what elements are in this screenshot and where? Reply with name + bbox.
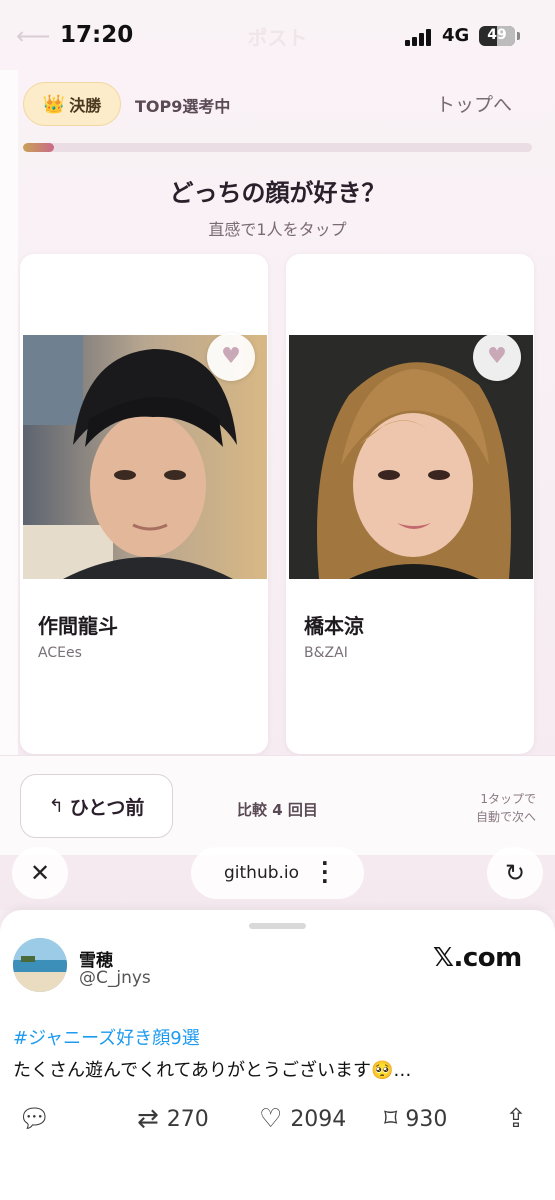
user-handle[interactable]: @C_jnys — [79, 968, 151, 988]
final-round-badge: 👑 決勝 — [23, 82, 121, 126]
favorite-button-left[interactable]: ♥ — [207, 333, 255, 381]
bookmark-count: 930 — [405, 1106, 448, 1132]
reply-icon: 💬︎ — [18, 1104, 52, 1134]
more-options-icon[interactable]: · · · — [321, 853, 329, 891]
share-button[interactable]: ⇪ — [505, 1106, 527, 1132]
share-icon: ⇪ — [505, 1104, 527, 1134]
progress-fill — [23, 143, 54, 152]
repost-count: 270 — [166, 1106, 209, 1132]
hashtag-link[interactable]: #ジャニーズ好き顔9選 — [13, 1024, 200, 1050]
battery-level: 49 — [487, 27, 507, 43]
network-type: 4G — [442, 25, 470, 46]
badge-label: 決勝 — [69, 96, 102, 115]
battery-icon: 49 — [479, 26, 515, 46]
auto-advance-line1: 1タップで — [480, 792, 536, 806]
question-heading: どっちの顔が好き？ — [169, 179, 386, 207]
question-hint: 直感で1人をタップ — [208, 220, 347, 239]
battery-tip — [517, 32, 520, 40]
x-logo[interactable]: 𝕏.com — [433, 943, 522, 973]
bookmark-icon: ⌑ — [384, 1104, 398, 1134]
browser-toolbar: ✕ github.io · · · ↻ — [0, 847, 555, 909]
post-actions: 💬︎ ⇄ 270 ♡ 2094 ⌑ 930 ⇪ — [0, 1106, 555, 1146]
repost-button[interactable]: ⇄ 270 — [137, 1106, 209, 1132]
post-sheet: 雪穂 @C_jnys 𝕏.com #ジャニーズ好き顔9選 たくさん遊んでくれてあ… — [0, 910, 555, 1200]
candidate-card-right[interactable]: ♥ 橋本涼 B&ZAI — [286, 254, 534, 754]
favorite-button-right[interactable]: ♥ — [473, 333, 521, 381]
reload-icon: ↻ — [504, 859, 526, 887]
status-bar: ⟵ ポスト 17:20 4G 49 — [0, 0, 555, 70]
reply-button[interactable]: 💬︎ — [18, 1106, 51, 1132]
clock: 17:20 — [60, 22, 134, 48]
reload-button[interactable]: ↻ — [487, 847, 543, 899]
heart-outline-icon: ♡ — [259, 1104, 283, 1134]
candidate-group: ACEes — [38, 645, 82, 661]
candidate-name: 橋本涼 — [304, 614, 364, 638]
candidate-name: 作間龍斗 — [38, 614, 118, 638]
auto-advance-line2: 自動で次へ — [475, 810, 536, 824]
url-text: github.io — [224, 863, 300, 883]
bookmark-button[interactable]: ⌑ 930 — [384, 1106, 447, 1132]
like-count: 2094 — [290, 1106, 347, 1132]
comparison-controls: ↰ ひとつ前 比較 4 回目 1タップで 自動で次へ — [0, 755, 555, 855]
signal-strength-icon — [405, 28, 435, 46]
candidate-card-left[interactable]: ♥ 作間龍斗 ACEes — [20, 254, 268, 754]
close-icon: ✕ — [29, 859, 51, 887]
post-body: たくさん遊んでくれてありがとうございます🥺… — [13, 1060, 412, 1081]
close-browser-button[interactable]: ✕ — [12, 847, 68, 899]
repost-icon: ⇄ — [137, 1104, 159, 1134]
avatar[interactable] — [13, 938, 67, 992]
url-bar[interactable]: github.io · · · — [191, 847, 364, 899]
auto-advance-note: 1タップで 自動で次へ — [448, 790, 536, 826]
round-status: TOP9選考中 — [135, 97, 231, 116]
candidate-group: B&ZAI — [304, 645, 348, 661]
progress-bar — [23, 143, 532, 152]
like-button[interactable]: ♡ 2094 — [259, 1106, 346, 1132]
heart-icon: ♥ — [221, 344, 241, 369]
crown-icon: 👑 — [42, 93, 66, 115]
heart-icon: ♥ — [487, 344, 507, 369]
top-link[interactable]: トップへ — [436, 90, 512, 117]
avatar-image — [13, 938, 67, 992]
sheet-grabber[interactable] — [249, 923, 306, 929]
